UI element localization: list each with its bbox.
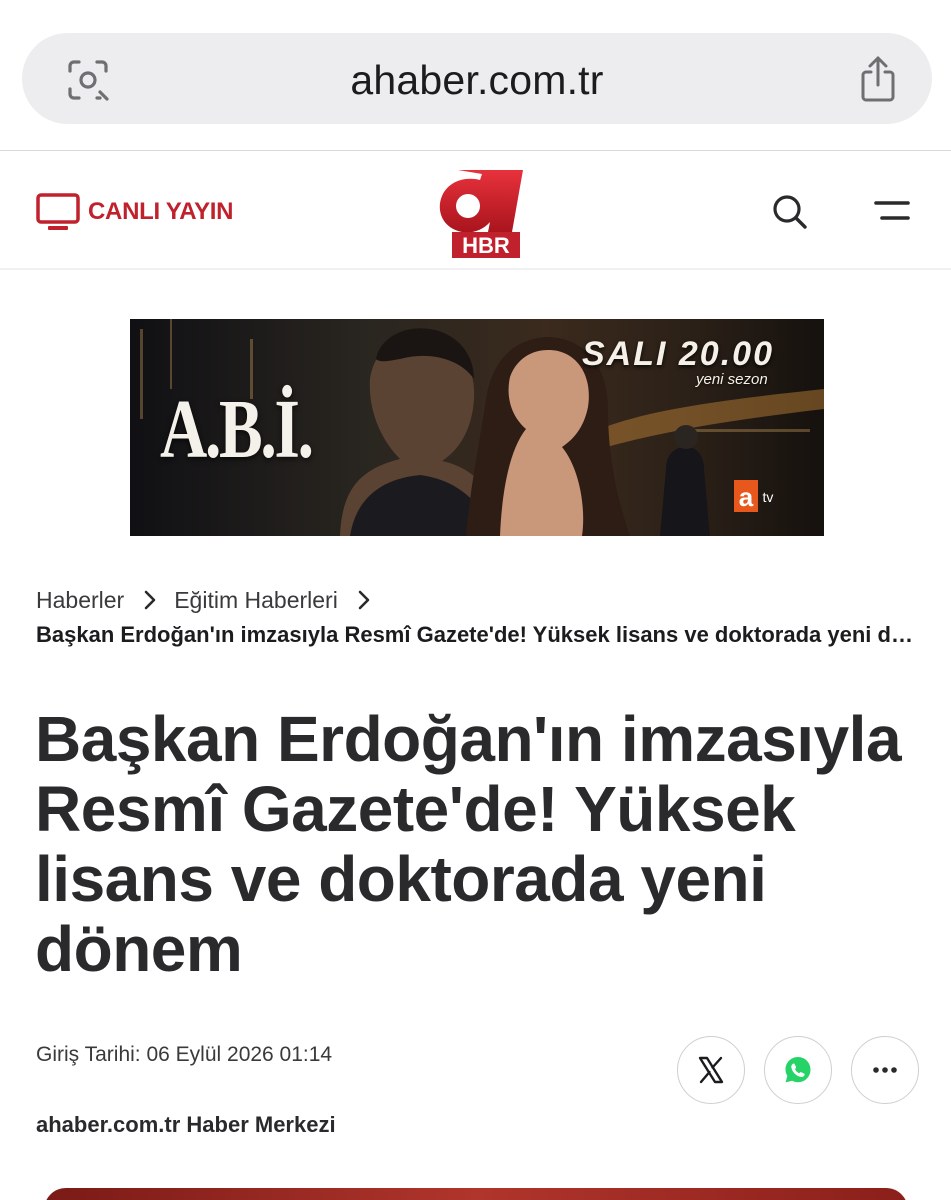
search-icon[interactable] — [770, 192, 810, 232]
share-whatsapp-button[interactable] — [764, 1036, 832, 1104]
tv-icon — [36, 193, 80, 230]
whatsapp-icon — [785, 1057, 811, 1083]
breadcrumb-item-haberler[interactable]: Haberler — [36, 587, 124, 614]
url-text[interactable]: ahaber.com.tr — [22, 57, 932, 104]
show-title: A.B.İ. — [160, 383, 314, 476]
breadcrumb-item-egitim[interactable]: Eğitim Haberleri — [174, 587, 338, 614]
live-label: CANLI YAYIN — [88, 198, 234, 225]
article-image-top-edge — [44, 1188, 908, 1200]
breadcrumb: Haberler Eğitim Haberleri — [36, 586, 388, 614]
ahaber-logo[interactable]: HBR — [428, 160, 528, 262]
airtime-label: SALI 20.00 — [582, 335, 774, 373]
address-bar[interactable]: ahaber.com.tr — [22, 33, 932, 124]
chevron-right-icon — [144, 590, 156, 610]
share-x-button[interactable] — [677, 1036, 745, 1104]
share-more-button[interactable] — [851, 1036, 919, 1104]
more-icon — [873, 1067, 897, 1073]
menu-icon[interactable] — [872, 198, 912, 224]
atv-logo: a tv — [734, 480, 774, 512]
divider — [0, 150, 951, 151]
svg-text:HBR: HBR — [462, 233, 510, 258]
svg-text:tv: tv — [763, 489, 774, 505]
article-author: ahaber.com.tr Haber Merkezi — [36, 1112, 336, 1137]
divider — [0, 268, 951, 270]
tv-series-banner-ad[interactable]: A.B.İ. SALI 20.00 yeni sezon a tv — [130, 319, 824, 536]
article-title: Başkan Erdoğan'ın imzasıyla Resmî Gazete… — [35, 703, 902, 985]
x-logo-icon — [698, 1056, 724, 1084]
share-icon[interactable] — [858, 55, 898, 103]
season-label: yeni sezon — [696, 371, 768, 388]
live-broadcast-link[interactable]: CANLI YAYIN — [36, 192, 234, 232]
chevron-right-icon — [358, 590, 370, 610]
publish-date: Giriş Tarihi: 06 Eylül 2026 01:14 — [36, 1043, 333, 1066]
svg-text:a: a — [739, 482, 754, 512]
breadcrumb-current: Başkan Erdoğan'ın imzasıyla Resmî Gazete… — [36, 622, 921, 647]
